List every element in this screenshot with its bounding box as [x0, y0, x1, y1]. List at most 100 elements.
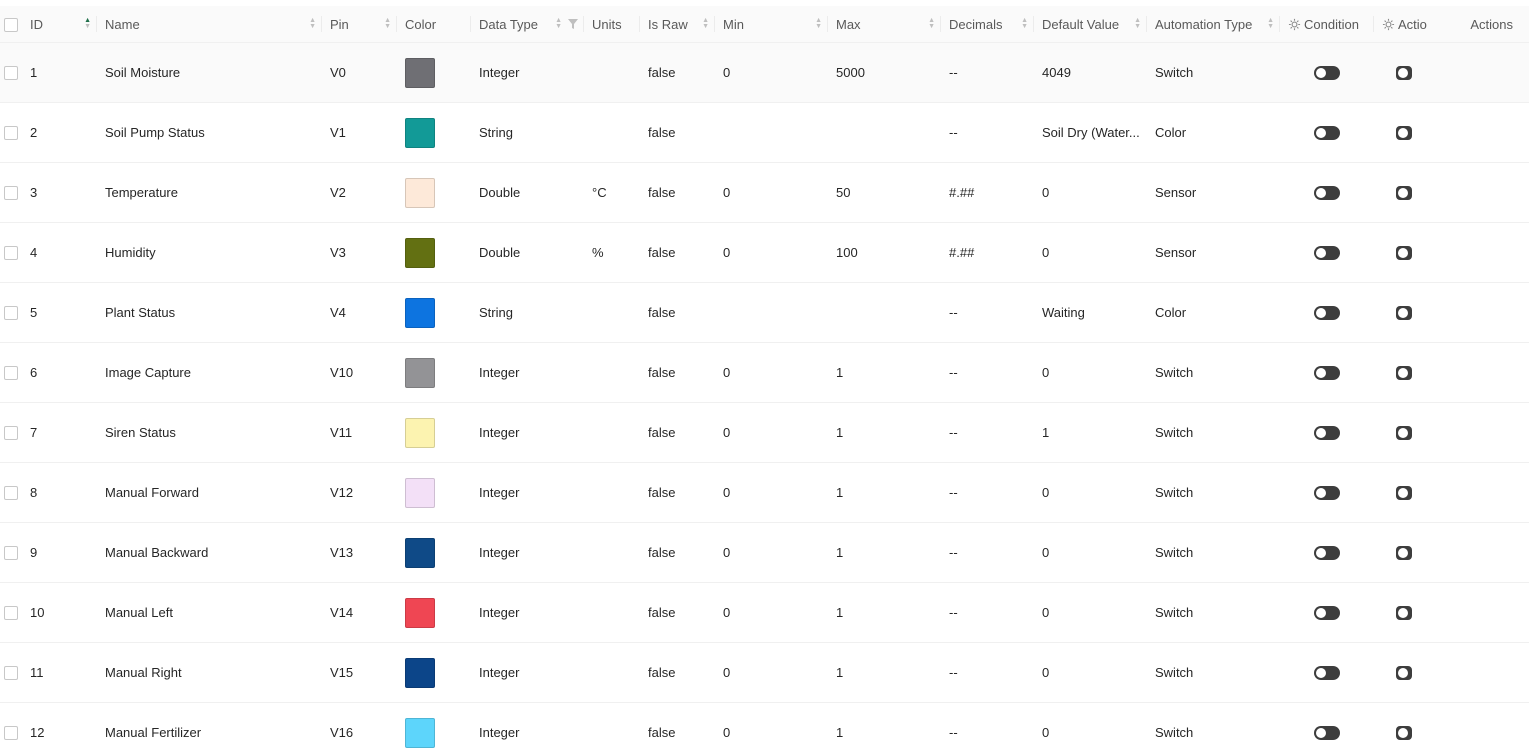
- table-row[interactable]: 2 Soil Pump Status V1 String false -- Soil Dry…: [0, 102, 1529, 163]
- table-row[interactable]: 4 Humidity V3 Double% false 0 100 #.## 0 Sensor: [0, 222, 1529, 283]
- condition-toggle[interactable]: [1314, 366, 1340, 381]
- sort-icon[interactable]: ▲ ▼: [1021, 17, 1028, 30]
- action-toggle[interactable]: [1396, 726, 1412, 741]
- row-checkbox[interactable]: [4, 726, 18, 741]
- row-checkbox[interactable]: [4, 426, 18, 441]
- sort-icon[interactable]: ▲ ▼: [309, 17, 316, 30]
- condition-toggle[interactable]: [1314, 66, 1340, 81]
- header-is-raw[interactable]: Is Raw ▲ ▼: [640, 3, 715, 43]
- cell-id: 8: [22, 462, 97, 523]
- sort-icon[interactable]: ▲ ▼: [384, 17, 391, 30]
- row-checkbox[interactable]: [4, 546, 18, 561]
- action-toggle[interactable]: [1396, 186, 1412, 201]
- cell-name: Manual Right: [97, 642, 322, 703]
- cell-id: 10: [22, 582, 97, 643]
- table-row[interactable]: 7 Siren Status V11 Integer false 0 1 -- 1 Switch: [0, 402, 1529, 463]
- header-select-all[interactable]: [0, 3, 22, 43]
- cell-max: 1: [828, 702, 941, 750]
- sort-icon[interactable]: ▲ ▼: [928, 17, 935, 30]
- cell-actions: [1434, 162, 1529, 223]
- row-checkbox[interactable]: [4, 246, 18, 261]
- table-row[interactable]: 6 Image Capture V10 Integer false 0 1 -- 0 Switch: [0, 342, 1529, 403]
- action-toggle[interactable]: [1396, 546, 1412, 561]
- condition-toggle[interactable]: [1314, 426, 1340, 441]
- select-all-checkbox[interactable]: [4, 17, 18, 32]
- table-row[interactable]: 8 Manual Forward V12 Integer false 0 1 -- 0 Switc…: [0, 462, 1529, 523]
- gear-icon: [1382, 18, 1395, 30]
- action-toggle[interactable]: [1396, 306, 1412, 321]
- row-checkbox[interactable]: [4, 366, 18, 381]
- sort-icon[interactable]: ▲ ▼: [555, 17, 562, 30]
- cell-data-type: Double: [471, 162, 584, 223]
- cell-name: Soil Moisture: [97, 42, 322, 103]
- sort-icon[interactable]: ▲ ▼: [702, 17, 709, 30]
- action-toggle[interactable]: [1396, 606, 1412, 621]
- header-decimals[interactable]: Decimals ▲ ▼: [941, 3, 1034, 43]
- row-checkbox[interactable]: [4, 666, 18, 681]
- sort-icon[interactable]: ▲ ▼: [1134, 17, 1141, 30]
- condition-toggle[interactable]: [1314, 726, 1340, 741]
- header-automation-type[interactable]: Automation Type ▲ ▼: [1147, 3, 1280, 43]
- cell-color: [397, 42, 471, 103]
- header-actions: Actions: [1434, 3, 1529, 43]
- condition-toggle[interactable]: [1314, 486, 1340, 501]
- condition-toggle[interactable]: [1314, 606, 1340, 621]
- row-checkbox[interactable]: [4, 186, 18, 201]
- table-row[interactable]: 11 Manual Right V15 Integer false 0 1 -- 0 Switch: [0, 642, 1529, 703]
- sort-icon[interactable]: ▲ ▼: [815, 17, 822, 30]
- condition-toggle[interactable]: [1314, 246, 1340, 261]
- action-toggle[interactable]: [1396, 426, 1412, 441]
- row-checkbox[interactable]: [4, 486, 18, 501]
- header-pin-label: Pin: [330, 16, 349, 32]
- condition-toggle[interactable]: [1314, 666, 1340, 681]
- cell-automation-type: Switch: [1147, 642, 1280, 703]
- header-data-type[interactable]: Data Type ▲ ▼: [471, 3, 584, 43]
- row-checkbox[interactable]: [4, 606, 18, 621]
- table-header: ID ▲▼ Name ▲▼ Pin ▲▼ Color Data Type: [0, 3, 1529, 43]
- header-default-value[interactable]: Default Value ▲ ▼: [1034, 3, 1147, 43]
- cell-is-raw: false: [640, 402, 715, 463]
- row-select-cell: [0, 42, 22, 103]
- cell-color: [397, 222, 471, 283]
- sort-icon[interactable]: ▲ ▼: [1267, 17, 1274, 30]
- color-swatch: [405, 417, 435, 448]
- condition-toggle[interactable]: [1314, 306, 1340, 321]
- action-toggle[interactable]: [1396, 246, 1412, 261]
- condition-toggle[interactable]: [1314, 186, 1340, 201]
- cell-automation-type: Sensor: [1147, 222, 1280, 283]
- cell-action: [1374, 282, 1434, 343]
- action-toggle[interactable]: [1396, 126, 1412, 141]
- header-name[interactable]: Name ▲ ▼: [97, 3, 322, 43]
- row-checkbox[interactable]: [4, 126, 18, 141]
- cell-min: 0: [715, 222, 828, 283]
- action-toggle[interactable]: [1396, 666, 1412, 681]
- row-checkbox[interactable]: [4, 306, 18, 321]
- filter-icon[interactable]: [568, 19, 578, 29]
- header-max[interactable]: Max ▲ ▼: [828, 3, 941, 43]
- header-id[interactable]: ID ▲ ▼: [22, 3, 97, 43]
- cell-default-value: 4049: [1034, 42, 1147, 103]
- table-row[interactable]: 3 Temperature V2 Double °C false 0 50 #.## 0 Senso…: [0, 162, 1529, 223]
- condition-toggle[interactable]: [1314, 546, 1340, 561]
- action-toggle[interactable]: [1396, 366, 1412, 381]
- condition-toggle[interactable]: [1314, 126, 1340, 141]
- header-min[interactable]: Min ▲ ▼: [715, 3, 828, 43]
- cell-units: [584, 582, 640, 643]
- table-row[interactable]: 5 Plant Status V4 String false -- Waiting Color: [0, 282, 1529, 343]
- row-checkbox[interactable]: [4, 66, 18, 81]
- sort-icon[interactable]: ▲ ▼: [84, 17, 91, 30]
- cell-default-value: Waiting: [1034, 282, 1147, 343]
- row-select-cell: [0, 342, 22, 403]
- table-row[interactable]: 1 Soil Moisture V0 Integer false 0 5000 -- 4049 S…: [0, 42, 1529, 103]
- cell-decimals: --: [941, 702, 1034, 750]
- cell-data-type: Integer: [471, 462, 584, 523]
- action-toggle[interactable]: [1396, 486, 1412, 501]
- table-row[interactable]: 12 Manual Fertilizer V16 Integer false 0 1 -- 0 S…: [0, 702, 1529, 750]
- cell-actions: [1434, 42, 1529, 103]
- header-pin[interactable]: Pin ▲ ▼: [322, 3, 397, 43]
- cell-data-type: Integer: [471, 702, 584, 750]
- table-row[interactable]: 9 Manual Backward V13 Integer false 0 1 -- 0 Swit…: [0, 522, 1529, 583]
- table-row[interactable]: 10 Manual Left V14 Integer false 0 1 -- 0 Switch: [0, 582, 1529, 643]
- cell-automation-type: Switch: [1147, 342, 1280, 403]
- action-toggle[interactable]: [1396, 66, 1412, 81]
